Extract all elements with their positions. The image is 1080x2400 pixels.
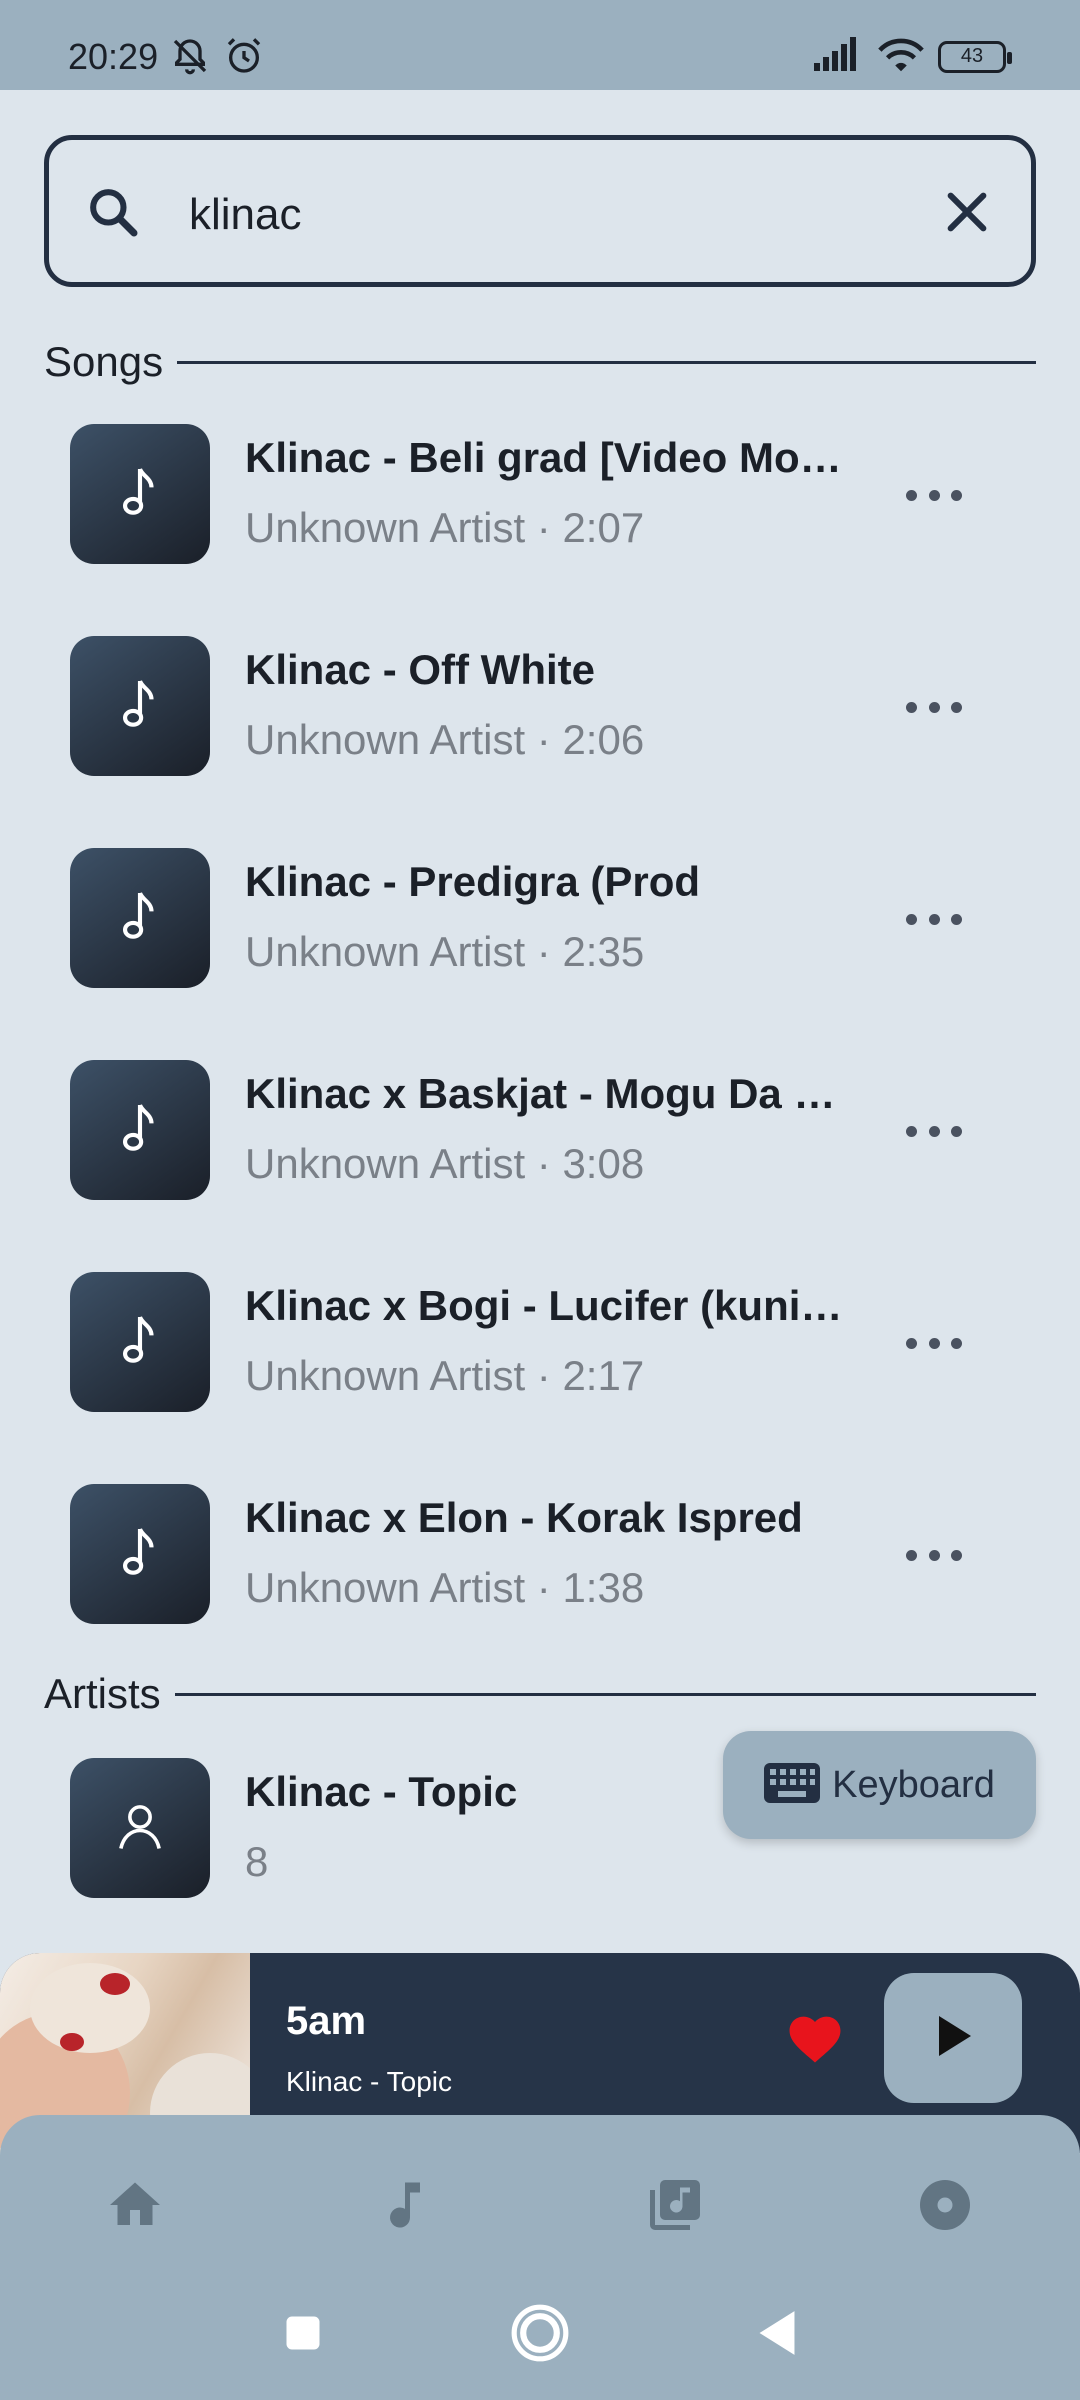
song-subtitle: Unknown Artist · 3:08 [245,1140,645,1187]
signal-icon [814,37,864,76]
music-note-icon [375,2175,435,2240]
music-note-icon [117,1312,163,1373]
library-icon [645,2175,705,2240]
nav-albums[interactable] [905,2167,985,2247]
play-button[interactable] [884,1973,1022,2103]
mute-icon [170,36,210,81]
song-subtitle: Unknown Artist · 1:38 [245,1564,645,1611]
artists-section-title: Artists [44,1670,161,1717]
more-dot [906,489,917,501]
song-title: Klinac - Off White [245,646,595,693]
song-thumbnail [70,1060,210,1200]
square-icon [281,2311,325,2360]
wifi-icon [878,36,924,77]
song-thumbnail [70,1484,210,1624]
more-dot [906,1549,917,1561]
more-dot [928,701,940,713]
alarm-icon [224,36,264,81]
song-thumbnail [70,1272,210,1412]
more-dot [951,1549,962,1561]
more-dot [951,1125,962,1137]
music-note-icon [117,1524,163,1585]
artist-thumbnail [70,1758,210,1898]
search-input[interactable]: klinac [44,135,1036,287]
artist-song-count: 8 [245,1838,269,1885]
disc-icon [915,2175,975,2240]
keyboard-icon [764,1762,821,1808]
more-dot [951,701,962,713]
more-dot [928,1549,940,1561]
more-options-icon[interactable] [906,1116,962,1146]
song-item[interactable]: Klinac - Off White Unknown Artist · 2:06 [0,602,1080,814]
section-divider [174,1692,1036,1696]
home-icon [105,2175,165,2240]
close-icon[interactable] [939,184,995,245]
more-dot [951,489,962,501]
song-item[interactable]: Klinac - Predigra (Prod Unknown Artist · … [0,814,1080,1026]
heart-icon[interactable] [784,2009,846,2070]
more-options-icon[interactable] [906,904,962,934]
more-options-icon[interactable] [906,692,962,722]
back-triangle-icon [755,2309,799,2362]
song-item[interactable]: Klinac x Elon - Korak Ispred Unknown Arti… [0,1450,1080,1662]
nav-songs[interactable] [365,2167,445,2247]
music-note-icon [117,1100,163,1161]
song-thumbnail [70,636,210,776]
section-divider [177,360,1036,364]
more-dot [951,1337,962,1349]
bottom-navigation [0,2115,1080,2400]
keyboard-button-label: Keyboard [832,1763,995,1806]
status-time: 20:29 [68,36,159,77]
song-title: Klinac x Elon - Korak Ispred [245,1494,803,1541]
status-bar: 20:29 43 [0,0,1080,90]
home-system-button[interactable] [500,2295,580,2375]
keyboard-button[interactable]: Keyboard [723,1731,1036,1839]
song-subtitle: Unknown Artist · 2:35 [245,928,645,975]
music-note-icon [117,464,163,525]
song-item[interactable]: Klinac x Baskjat - Mogu Da … Unknown Arti… [0,1026,1080,1238]
song-title: Klinac x Bogi - Lucifer (kuni… [245,1282,843,1329]
search-query-text[interactable]: klinac [189,190,302,240]
song-item[interactable]: Klinac x Bogi - Lucifer (kuni… Unknown Ar… [0,1238,1080,1450]
more-dot [928,489,940,501]
more-dot [906,913,917,925]
recents-button[interactable] [263,2295,343,2375]
more-dot [928,913,940,925]
more-dot [928,1125,940,1137]
search-icon [85,184,141,245]
music-note-icon [117,676,163,737]
song-title: Klinac - Predigra (Prod [245,858,701,905]
music-note-icon [117,888,163,949]
more-options-icon[interactable] [906,1328,962,1358]
now-playing-artist: Klinac - Topic [286,2066,453,2097]
more-dot [906,1337,917,1349]
song-thumbnail [70,848,210,988]
more-dot [906,701,917,713]
song-item[interactable]: Klinac - Beli grad [Video Mo… Unknown Art… [0,390,1080,602]
song-subtitle: Unknown Artist · 2:06 [245,716,645,763]
song-title: Klinac x Baskjat - Mogu Da … [245,1070,836,1117]
nav-library[interactable] [635,2167,715,2247]
song-subtitle: Unknown Artist · 2:07 [245,504,645,551]
nav-home[interactable] [95,2167,175,2247]
back-button[interactable] [737,2295,817,2375]
circle-icon [509,2302,571,2369]
play-icon [933,2014,973,2063]
battery-indicator: 43 [938,40,1012,73]
more-dot [906,1125,917,1137]
more-options-icon[interactable] [906,480,962,510]
more-options-icon[interactable] [906,1540,962,1570]
song-subtitle: Unknown Artist · 2:17 [245,1352,645,1399]
artists-section-header: Artists [44,1670,1036,1718]
now-playing-title: 5am [286,1999,367,2043]
songs-section-header: Songs [44,338,1036,386]
songs-section-title: Songs [44,338,164,385]
song-thumbnail [70,424,210,564]
person-icon [113,1799,167,1858]
more-dot [928,1337,940,1349]
song-title: Klinac - Beli grad [Video Mo… [245,434,842,481]
more-dot [951,913,962,925]
